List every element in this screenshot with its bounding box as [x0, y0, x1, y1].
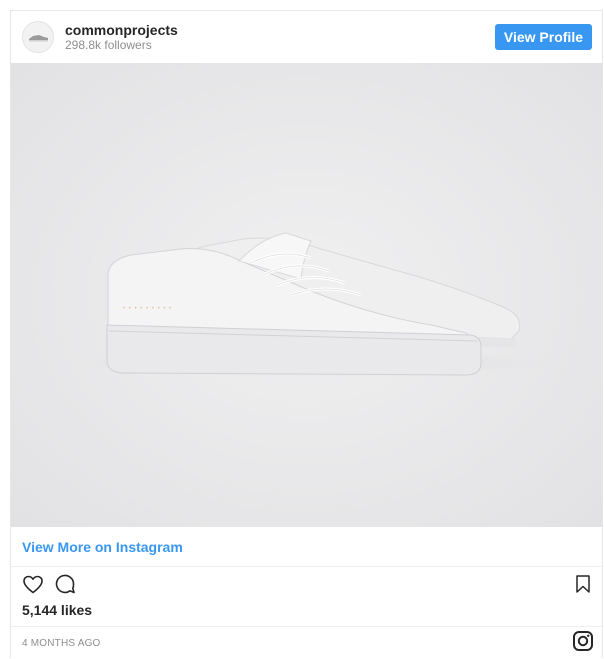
heart-icon[interactable] — [21, 572, 45, 596]
username[interactable]: commonprojects — [65, 23, 178, 37]
post-footer: 4 MONTHS AGO — [11, 627, 602, 659]
view-more-link[interactable]: View More on Instagram — [11, 527, 602, 567]
post-image[interactable]: • • • • • • • • • — [11, 63, 602, 527]
view-profile-button[interactable]: View Profile — [494, 24, 592, 50]
follower-count: 298.8k followers — [65, 38, 152, 52]
comment-icon[interactable] — [53, 572, 77, 596]
avatar-sneaker-icon — [23, 22, 53, 52]
timestamp[interactable]: 4 MONTHS AGO — [22, 638, 101, 649]
instagram-embed: commonprojects 298.8k followers View Pro… — [10, 10, 603, 658]
instagram-icon[interactable] — [572, 630, 594, 657]
post-header: commonprojects 298.8k followers View Pro… — [11, 11, 602, 63]
like-count[interactable]: 5,144 likes — [11, 601, 602, 627]
svg-text:• • • • • • • • •: • • • • • • • • • — [123, 306, 172, 312]
avatar[interactable] — [22, 21, 54, 53]
sneaker-photo: • • • • • • • • • — [11, 63, 602, 527]
profile-names: commonprojects 298.8k followers — [65, 23, 178, 51]
bookmark-icon[interactable] — [572, 573, 594, 595]
action-bar — [11, 567, 602, 601]
